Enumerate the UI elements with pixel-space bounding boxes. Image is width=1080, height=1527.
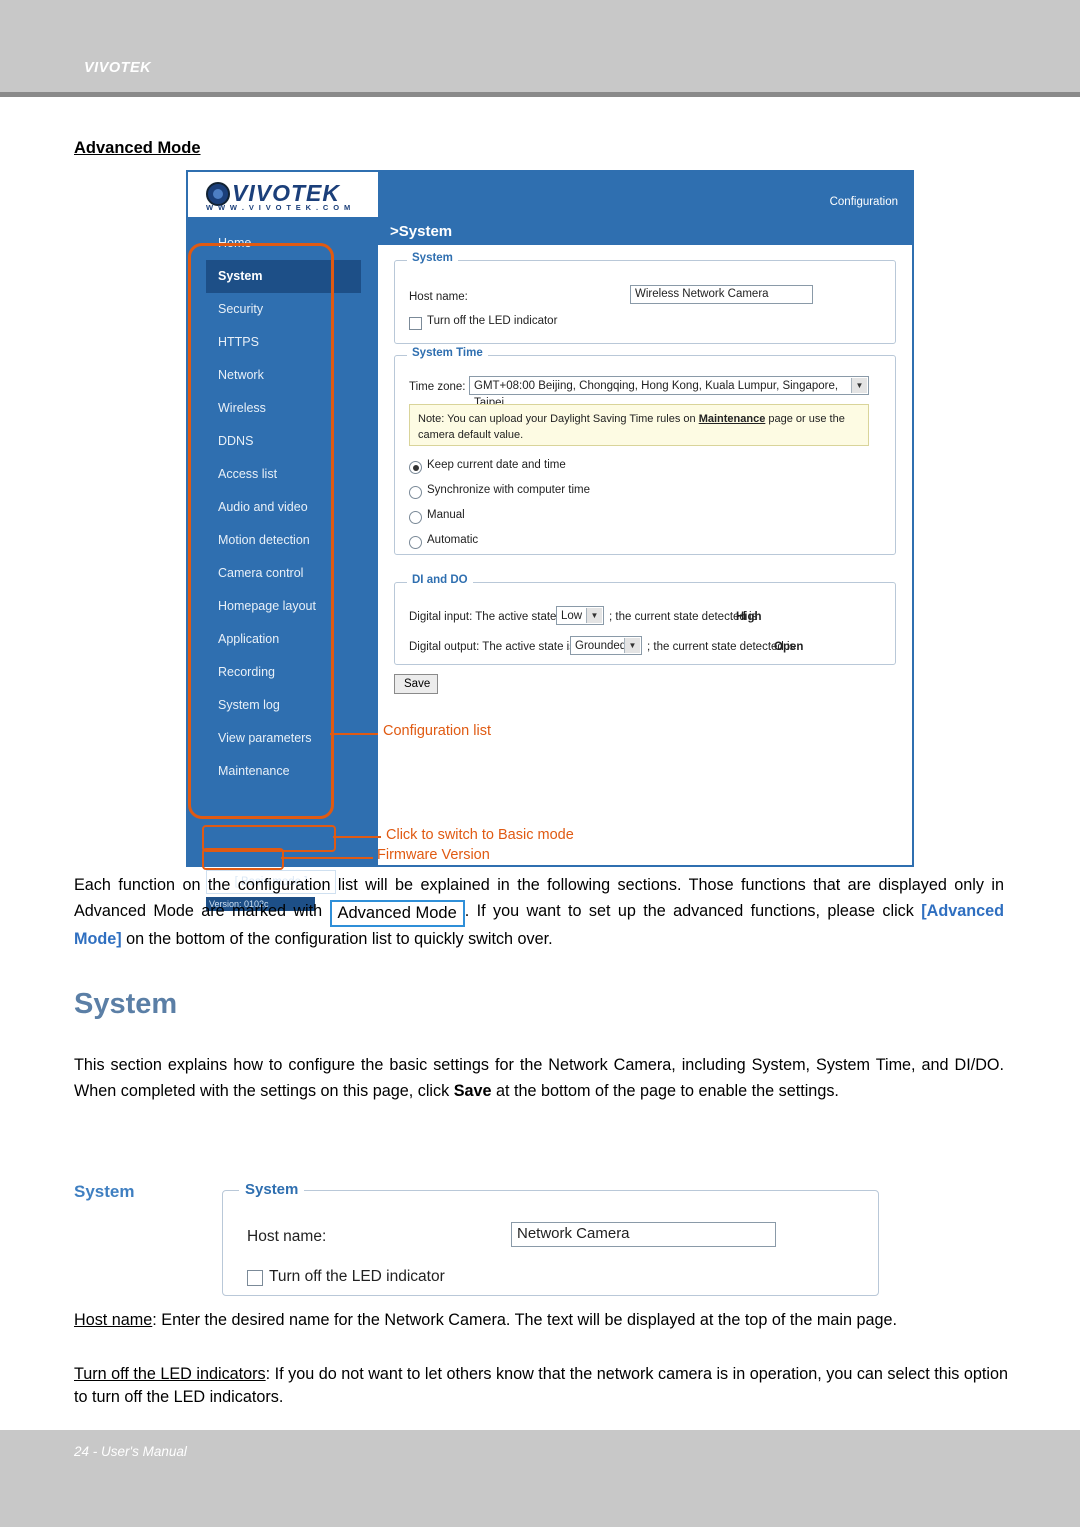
- digital-input-select[interactable]: Low ▼: [556, 606, 604, 625]
- callout-line-config-list: [330, 733, 378, 735]
- paragraph-1-text-c: on the bottom of the configuration list …: [126, 929, 553, 948]
- paragraph-host-name: Host name: Enter the desired name for th…: [74, 1309, 1009, 1332]
- save-keyword: Save: [453, 1081, 492, 1100]
- paragraph-2-text-b: at the bottom of the page to enable the …: [496, 1081, 839, 1100]
- chevron-down-icon[interactable]: ▼: [851, 378, 867, 393]
- system-section-heading: System: [74, 988, 178, 1020]
- host-name-label-2: Host name:: [247, 1228, 327, 1245]
- chevron-down-icon[interactable]: ▼: [586, 608, 602, 623]
- callout-configuration-list: Configuration list: [383, 723, 491, 739]
- page-header: [0, 0, 1080, 92]
- host-name-label: Host name:: [409, 291, 468, 303]
- system-panel-legend: System: [407, 252, 458, 264]
- led-indicator-label: Turn off the LED indicator: [427, 315, 558, 327]
- vivotek-logo-icon: VIVOTEK W W W . V I V O T E K . C O M: [206, 180, 376, 212]
- page-title: Advanced Mode: [74, 139, 201, 157]
- host-name-term: Host name: [74, 1311, 153, 1329]
- digital-output-state-value: Open: [774, 641, 804, 653]
- header-divider: [0, 92, 1080, 97]
- digital-output-select[interactable]: Grounded ▼: [570, 636, 642, 655]
- brand-logo: VIVOTEK: [84, 60, 152, 76]
- system-panel-screenshot: System Host name: Network Camera Turn of…: [222, 1181, 879, 1296]
- radio-keep-current[interactable]: [409, 461, 422, 474]
- host-name-input-2[interactable]: Network Camera: [511, 1222, 776, 1247]
- radio-sync-computer[interactable]: [409, 486, 422, 499]
- configuration-link[interactable]: Configuration: [830, 196, 898, 208]
- system-page-title: >System: [390, 223, 453, 240]
- paragraph-led-indicators: Turn off the LED indicators: If you do n…: [74, 1363, 1014, 1409]
- host-name-input[interactable]: Wireless Network Camera: [630, 285, 813, 304]
- note-text-a: Note: You can upload your Daylight Savin…: [418, 413, 696, 425]
- paragraph-advanced-mode: Each function on the configuration list …: [74, 873, 1004, 952]
- callout-line-firmware: [281, 857, 373, 859]
- radio-keep-current-label: Keep current date and time: [427, 459, 566, 471]
- radio-manual[interactable]: [409, 511, 422, 524]
- digital-output-value: Grounded: [575, 640, 627, 652]
- vivotek-url: W W W . V I V O T E K . C O M: [206, 203, 352, 212]
- system-time-panel-legend: System Time: [407, 347, 488, 359]
- di-do-panel: DI and DO Digital input: The active stat…: [394, 574, 896, 665]
- daylight-saving-note: Note: You can upload your Daylight Savin…: [409, 404, 869, 446]
- led-indicator-checkbox-2[interactable]: [247, 1270, 263, 1286]
- system-subsection-heading: System: [74, 1182, 135, 1201]
- system-time-panel: System Time Time zone: GMT+08:00 Beijing…: [394, 347, 896, 555]
- radio-sync-computer-label: Synchronize with computer time: [427, 484, 590, 496]
- callout-basic-mode: Click to switch to Basic mode: [386, 827, 574, 843]
- advanced-mode-chip: Advanced Mode: [329, 899, 465, 927]
- footer-page-label: 24 - User's Manual: [74, 1444, 187, 1459]
- radio-automatic-label: Automatic: [427, 534, 479, 546]
- page-title-bar: >System: [378, 217, 912, 245]
- digital-input-label: Digital input: The active state is: [409, 611, 568, 623]
- time-zone-label: Time zone:: [409, 381, 466, 393]
- paragraph-3-text: : Enter the desired name for the Network…: [152, 1311, 898, 1329]
- callout-firmware-version: Firmware Version: [377, 847, 490, 863]
- callout-line-basic-mode: [333, 836, 381, 838]
- radio-manual-label: Manual: [427, 509, 465, 521]
- system-panel: System Host name: Wireless Network Camer…: [394, 252, 896, 344]
- firmware-version-highlight: [202, 848, 284, 870]
- digital-output-label: Digital output: The active state is: [409, 641, 575, 653]
- time-zone-select[interactable]: GMT+08:00 Beijing, Chongqing, Hong Kong,…: [469, 376, 869, 409]
- radio-automatic[interactable]: [409, 536, 422, 549]
- led-indicator-label-2: Turn off the LED indicator: [269, 1268, 445, 1285]
- paragraph-1-text-b: . If you want to set up the advanced fun…: [464, 901, 914, 920]
- chevron-down-icon[interactable]: ▼: [624, 638, 640, 653]
- led-indicator-checkbox[interactable]: [409, 317, 422, 330]
- paragraph-system-intro: This section explains how to configure t…: [74, 1053, 1004, 1104]
- di-do-panel-legend: DI and DO: [407, 574, 473, 586]
- system-panel2-legend: System: [239, 1181, 305, 1198]
- led-indicators-term: Turn off the LED indicators: [74, 1365, 266, 1383]
- save-button[interactable]: Save: [394, 674, 438, 694]
- maintenance-link[interactable]: Maintenance: [699, 413, 766, 425]
- digital-input-state-value: High: [736, 611, 762, 623]
- configuration-list-highlight: [188, 243, 334, 819]
- digital-input-value: Low: [561, 610, 583, 622]
